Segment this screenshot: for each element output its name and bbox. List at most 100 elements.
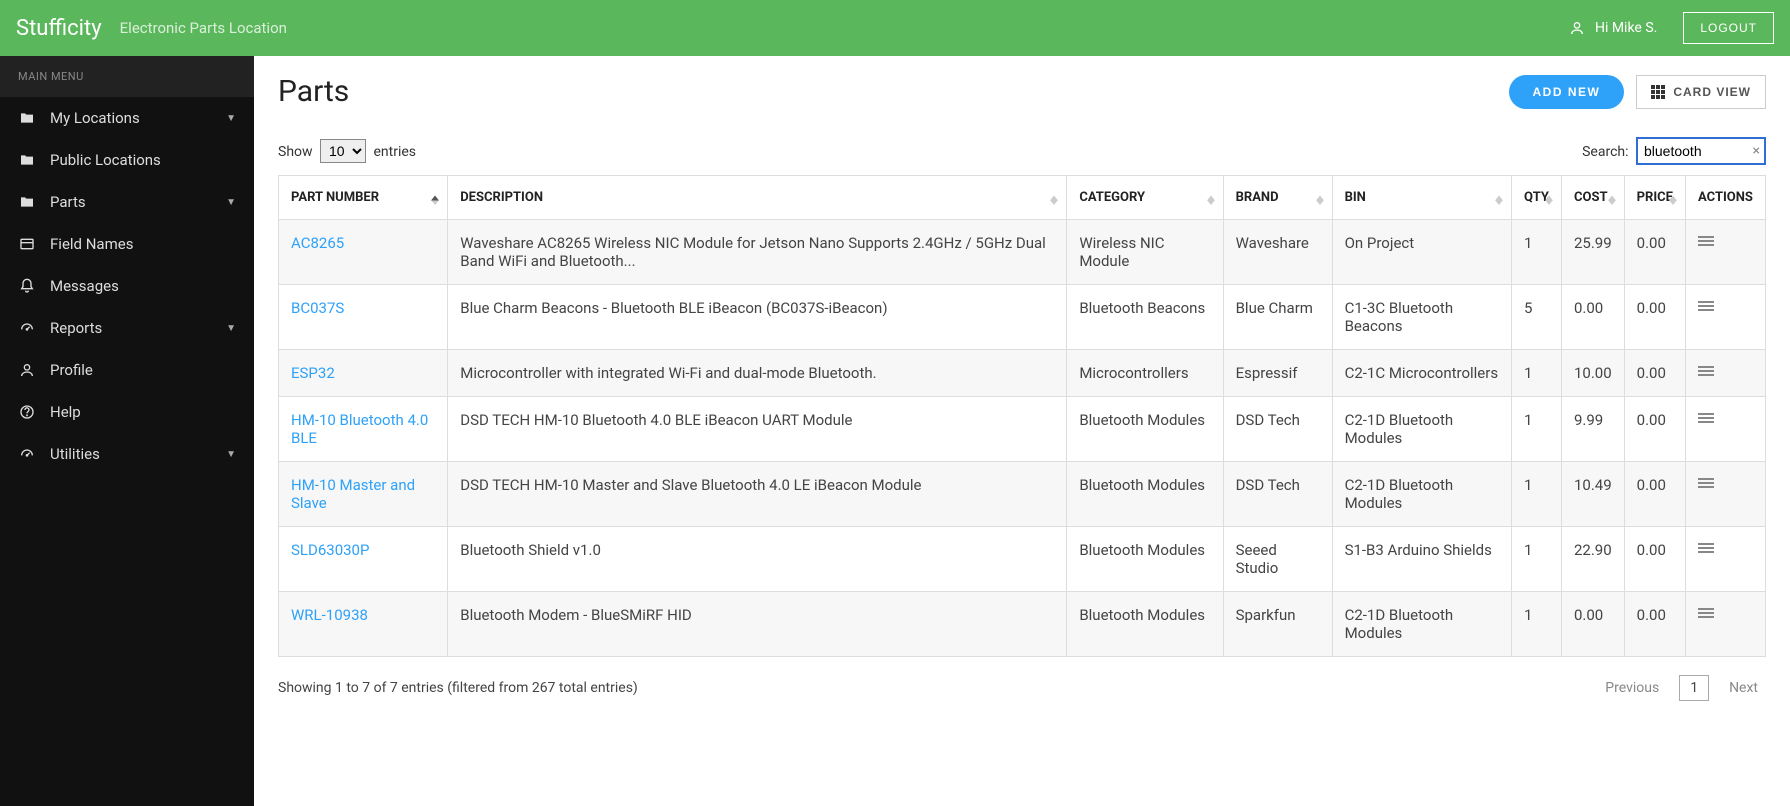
cell: Bluetooth Modem - BlueSMiRF HID <box>448 592 1067 657</box>
cell: Waveshare <box>1223 220 1332 285</box>
part-link[interactable]: HM-10 Master and Slave <box>291 476 415 512</box>
cell: On Project <box>1332 220 1511 285</box>
sidebar-item-label: My Locations <box>50 109 226 127</box>
cell: C2-1D Bluetooth Modules <box>1332 592 1511 657</box>
cell: C1-3C Bluetooth Beacons <box>1332 285 1511 350</box>
cell: Bluetooth Modules <box>1067 462 1223 527</box>
part-link[interactable]: ESP32 <box>291 364 335 382</box>
part-link[interactable]: AC8265 <box>291 234 344 252</box>
page-size-select[interactable]: 10 <box>320 139 366 163</box>
add-new-button[interactable]: ADD NEW <box>1509 75 1625 109</box>
cell: HM-10 Bluetooth 4.0 BLE <box>279 397 448 462</box>
part-link[interactable]: HM-10 Bluetooth 4.0 BLE <box>291 411 428 447</box>
bell-icon <box>18 278 36 294</box>
cell: Microcontrollers <box>1067 350 1223 397</box>
row-actions-icon[interactable] <box>1698 364 1714 378</box>
cell: WRL-10938 <box>279 592 448 657</box>
cell: C2-1C Microcontrollers <box>1332 350 1511 397</box>
clear-search-icon[interactable]: × <box>1753 143 1760 159</box>
row-actions-icon[interactable] <box>1698 411 1714 425</box>
row-actions-icon[interactable] <box>1698 234 1714 248</box>
cell: 0.00 <box>1624 350 1685 397</box>
cell: HM-10 Master and Slave <box>279 462 448 527</box>
row-actions-icon[interactable] <box>1698 606 1714 620</box>
cell: 1 <box>1512 527 1562 592</box>
cell: 1 <box>1512 462 1562 527</box>
cell: 25.99 <box>1561 220 1624 285</box>
cell: Blue Charm Beacons - Bluetooth BLE iBeac… <box>448 285 1067 350</box>
col-price[interactable]: PRICE <box>1624 176 1685 220</box>
sidebar-item-reports[interactable]: Reports▼ <box>0 307 254 349</box>
row-actions-icon[interactable] <box>1698 299 1714 313</box>
brand[interactable]: Stufficity <box>16 16 102 41</box>
col-description[interactable]: DESCRIPTION <box>448 176 1067 220</box>
cell: DSD Tech <box>1223 397 1332 462</box>
cell: Bluetooth Modules <box>1067 397 1223 462</box>
card-view-button[interactable]: CARD VIEW <box>1636 75 1766 109</box>
search-input[interactable] <box>1636 137 1766 165</box>
cell: C2-1D Bluetooth Modules <box>1332 397 1511 462</box>
prev-button[interactable]: Previous <box>1597 676 1667 700</box>
cell: Seeed Studio <box>1223 527 1332 592</box>
page-number[interactable]: 1 <box>1679 675 1709 701</box>
cell: 0.00 <box>1561 285 1624 350</box>
cell: 9.99 <box>1561 397 1624 462</box>
cell <box>1686 350 1766 397</box>
cell: 5 <box>1512 285 1562 350</box>
gauge-icon <box>18 446 36 462</box>
main-content: Parts ADD NEW CARD VIEW Show 10 entries … <box>254 56 1790 806</box>
cell: 1 <box>1512 592 1562 657</box>
sidebar-item-profile[interactable]: Profile <box>0 349 254 391</box>
next-button[interactable]: Next <box>1721 676 1766 700</box>
logout-button[interactable]: LOGOUT <box>1683 12 1774 44</box>
col-part-number[interactable]: PART NUMBER <box>279 176 448 220</box>
part-link[interactable]: SLD63030P <box>291 541 369 559</box>
folder-icon <box>18 110 36 126</box>
cell: Bluetooth Modules <box>1067 527 1223 592</box>
col-qty[interactable]: QTY <box>1512 176 1562 220</box>
cell: 0.00 <box>1561 592 1624 657</box>
cell: 1 <box>1512 220 1562 285</box>
card-icon <box>18 236 36 252</box>
grid-icon <box>1651 85 1665 99</box>
pagination: Previous 1 Next <box>1597 675 1766 701</box>
page-title: Parts <box>278 74 349 109</box>
col-category[interactable]: CATEGORY <box>1067 176 1223 220</box>
cell: BC037S <box>279 285 448 350</box>
part-link[interactable]: BC037S <box>291 299 344 317</box>
sidebar-item-public-locations[interactable]: Public Locations <box>0 139 254 181</box>
col-brand[interactable]: BRAND <box>1223 176 1332 220</box>
table-row: AC8265 Waveshare AC8265 Wireless NIC Modu… <box>279 220 1766 285</box>
row-actions-icon[interactable] <box>1698 476 1714 490</box>
cell <box>1686 592 1766 657</box>
sidebar-item-utilities[interactable]: Utilities▼ <box>0 433 254 475</box>
sidebar-item-parts[interactable]: Parts▼ <box>0 181 254 223</box>
cell: DSD Tech <box>1223 462 1332 527</box>
menu-header: MAIN MENU <box>0 56 254 97</box>
cell: 10.00 <box>1561 350 1624 397</box>
tagline: Electronic Parts Location <box>120 19 287 37</box>
cell: ESP32 <box>279 350 448 397</box>
table-row: HM-10 Master and SlaveDSD TECH HM-10 Mas… <box>279 462 1766 527</box>
sidebar-item-field-names[interactable]: Field Names <box>0 223 254 265</box>
cell: 10.49 <box>1561 462 1624 527</box>
cell: Blue Charm <box>1223 285 1332 350</box>
col-cost[interactable]: COST <box>1561 176 1624 220</box>
top-bar: Stufficity Electronic Parts Location Hi … <box>0 0 1790 56</box>
col-actions: ACTIONS <box>1686 176 1766 220</box>
row-actions-icon[interactable] <box>1698 541 1714 555</box>
cell: 0.00 <box>1624 462 1685 527</box>
cell: 1 <box>1512 397 1562 462</box>
cell <box>1686 462 1766 527</box>
cell: Waveshare AC8265 Wireless NIC Module for… <box>448 220 1067 285</box>
cell: C2-1D Bluetooth Modules <box>1332 462 1511 527</box>
help-icon <box>18 404 36 420</box>
col-bin[interactable]: BIN <box>1332 176 1511 220</box>
sidebar-item-my-locations[interactable]: My Locations▼ <box>0 97 254 139</box>
cell: Espressif <box>1223 350 1332 397</box>
sidebar-item-messages[interactable]: Messages <box>0 265 254 307</box>
cell <box>1686 285 1766 350</box>
part-link[interactable]: WRL-10938 <box>291 606 368 624</box>
sidebar-item-help[interactable]: Help <box>0 391 254 433</box>
cell: 1 <box>1512 350 1562 397</box>
